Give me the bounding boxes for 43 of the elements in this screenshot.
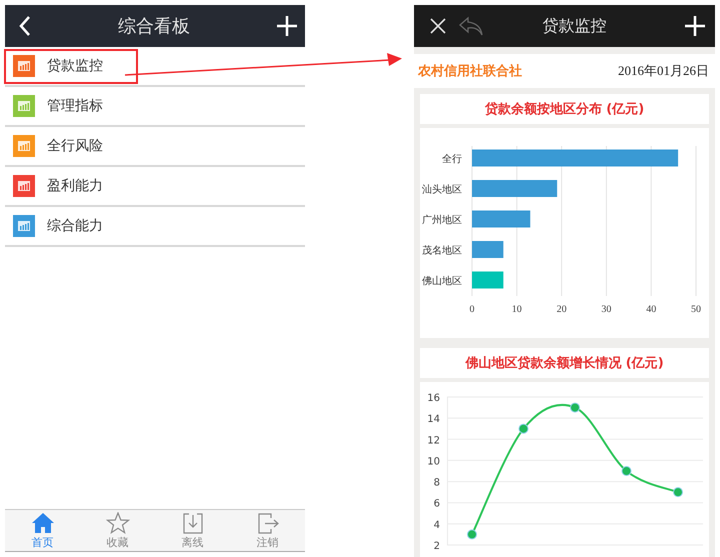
- data-point: [622, 466, 632, 476]
- download-icon: [180, 512, 204, 534]
- organization-name: 农村信用社联合社: [418, 63, 522, 80]
- menu-item[interactable]: 管理指标: [5, 87, 305, 127]
- menu-item[interactable]: 贷款监控: [5, 47, 305, 87]
- tick-label: 12: [427, 435, 440, 446]
- add-icon[interactable]: [277, 16, 297, 36]
- tick-label: 10: [427, 456, 440, 468]
- tick-label: 50: [691, 304, 701, 315]
- chart-title: 佛山地区贷款余额增长情况 (亿元): [420, 348, 709, 378]
- chart-title: 贷款余额按地区分布 (亿元): [420, 94, 709, 124]
- tick-label: 20: [556, 304, 567, 315]
- tick-label: 8: [434, 478, 440, 489]
- category-label: 汕头地区: [422, 184, 462, 196]
- category-label: 全行: [442, 154, 462, 165]
- tick-label: 40: [646, 304, 656, 315]
- menu-item[interactable]: 盈利能力: [5, 167, 305, 207]
- add-icon[interactable]: [685, 16, 705, 36]
- screen-title: 综合看板: [118, 15, 190, 38]
- tick-label: 0: [470, 304, 474, 315]
- data-point: [570, 402, 580, 413]
- menu-item[interactable]: 综合能力: [5, 207, 305, 247]
- tick-label: 10: [512, 304, 522, 315]
- category-label: 茂名地区: [422, 246, 462, 256]
- report-date: 2016年01月26日: [618, 62, 709, 80]
- screen-title: 贷款监控: [542, 16, 608, 36]
- menu-item[interactable]: 全行风险: [5, 127, 305, 167]
- tick-label: 30: [601, 304, 612, 315]
- star-icon: [106, 512, 130, 534]
- tick-label: 2: [434, 541, 440, 552]
- tick-label: 4: [434, 520, 440, 531]
- data-point: [518, 424, 528, 434]
- tick-label: 16: [427, 393, 440, 404]
- tick-label: 6: [434, 498, 440, 510]
- data-point: [673, 487, 683, 498]
- tick-label: 14: [427, 414, 440, 426]
- category-label: 广州地区: [422, 215, 462, 226]
- category-label: 佛山地区: [422, 276, 462, 287]
- home-icon: [30, 512, 54, 534]
- close-icon[interactable]: [430, 18, 446, 34]
- back-icon[interactable]: [19, 16, 31, 36]
- data-point: [467, 529, 477, 540]
- logout-icon: [256, 512, 280, 534]
